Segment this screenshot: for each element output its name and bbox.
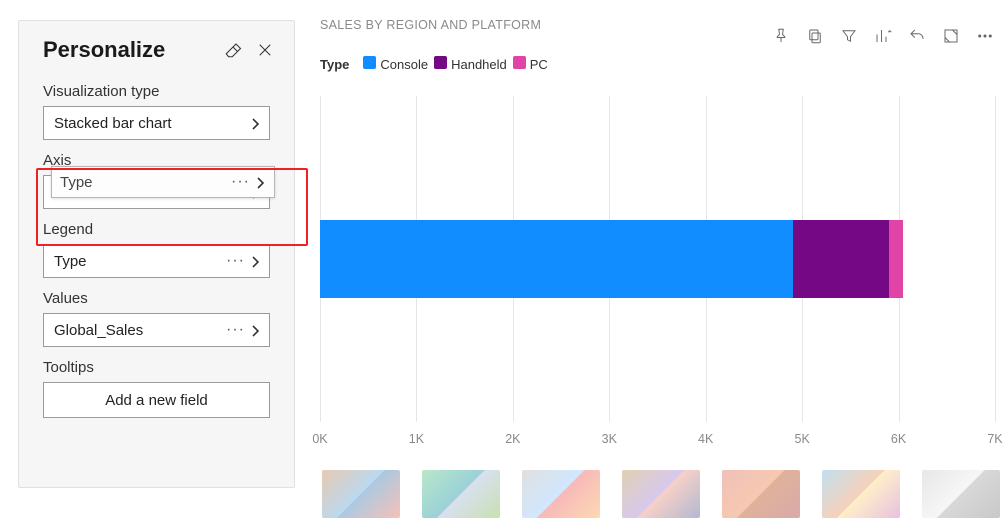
- x-tick-label: 4K: [698, 432, 713, 446]
- chevron-right-icon: [249, 117, 261, 129]
- thumbnail[interactable]: [322, 470, 400, 518]
- personalize-icon[interactable]: [873, 26, 893, 46]
- x-tick-label: 5K: [794, 432, 809, 446]
- legend-swatch: [513, 56, 526, 69]
- chevron-right-icon: [249, 255, 261, 267]
- ellipsis-icon[interactable]: ···: [226, 252, 245, 270]
- visualization-type-value: Stacked bar chart: [54, 115, 249, 132]
- thumbnail-strip: [320, 470, 1007, 521]
- visualization-type-select[interactable]: Stacked bar chart: [43, 106, 270, 140]
- filter-icon[interactable]: [839, 26, 859, 46]
- close-icon[interactable]: [254, 39, 276, 61]
- chevron-right-icon: [254, 176, 266, 188]
- personalize-panel: Personalize Visualization type Stacked b…: [18, 20, 295, 488]
- legend-field[interactable]: Type ···: [43, 244, 270, 278]
- section-legend: Legend Type ···: [19, 209, 294, 278]
- thumbnail[interactable]: [422, 470, 500, 518]
- plot-area: 0K1K2K3K4K5K6K7K: [320, 96, 995, 450]
- x-tick-label: 3K: [602, 432, 617, 446]
- legend-value: Type: [54, 253, 226, 270]
- tooltips-label: Tooltips: [43, 359, 270, 376]
- chart-area: SALES BY REGION AND PLATFORM Type Consol…: [320, 18, 995, 468]
- values-label: Values: [43, 290, 270, 307]
- legend-swatch: [363, 56, 376, 69]
- x-tick-label: 1K: [409, 432, 424, 446]
- thumbnail[interactable]: [622, 470, 700, 518]
- section-visualization-type: Visualization type Stacked bar chart: [19, 71, 294, 140]
- bar-segment-handheld[interactable]: [793, 220, 889, 298]
- thumbnail[interactable]: [822, 470, 900, 518]
- panel-header-icons: [222, 39, 276, 61]
- ellipsis-icon[interactable]: ···: [231, 173, 250, 191]
- erase-icon[interactable]: [222, 39, 244, 61]
- undo-icon[interactable]: [907, 26, 927, 46]
- pin-icon[interactable]: [771, 26, 791, 46]
- more-icon[interactable]: [975, 26, 995, 46]
- bar-segment-console[interactable]: [320, 220, 793, 298]
- focus-icon[interactable]: [941, 26, 961, 46]
- chart-toolbar: [771, 26, 995, 46]
- thumbnail[interactable]: [522, 470, 600, 518]
- panel-header: Personalize: [19, 21, 294, 71]
- axis-chip-type[interactable]: Type ···: [51, 166, 275, 198]
- legend-title: Type: [320, 57, 349, 72]
- ellipsis-icon[interactable]: ···: [226, 321, 245, 339]
- x-tick-label: 6K: [891, 432, 906, 446]
- legend-item-label: PC: [530, 57, 548, 72]
- legend-item-label: Handheld: [451, 57, 507, 72]
- chevron-right-icon: [249, 324, 261, 336]
- section-axis: Axis Add a new field Type ···: [19, 140, 294, 209]
- tooltips-add-button[interactable]: Add a new field: [43, 382, 270, 418]
- x-tick-label: 0K: [312, 432, 327, 446]
- values-value: Global_Sales: [54, 322, 226, 339]
- bar-row: [320, 220, 903, 298]
- values-field[interactable]: Global_Sales ···: [43, 313, 270, 347]
- copy-icon[interactable]: [805, 26, 825, 46]
- gridline: [995, 96, 996, 422]
- section-tooltips: Tooltips Add a new field: [19, 347, 294, 418]
- legend-label: Legend: [43, 221, 270, 238]
- legend-swatch: [434, 56, 447, 69]
- thumbnail[interactable]: [922, 470, 1000, 518]
- legend-item-label: Console: [380, 57, 428, 72]
- section-values: Values Global_Sales ···: [19, 278, 294, 347]
- x-tick-label: 7K: [987, 432, 1002, 446]
- x-tick-label: 2K: [505, 432, 520, 446]
- visualization-type-label: Visualization type: [43, 83, 270, 100]
- bar-segment-pc[interactable]: [889, 220, 903, 298]
- chart-legend: Type Console Handheld PC: [320, 56, 995, 72]
- thumbnail[interactable]: [722, 470, 800, 518]
- axis-chip-label: Type: [60, 174, 93, 191]
- panel-title: Personalize: [43, 37, 165, 63]
